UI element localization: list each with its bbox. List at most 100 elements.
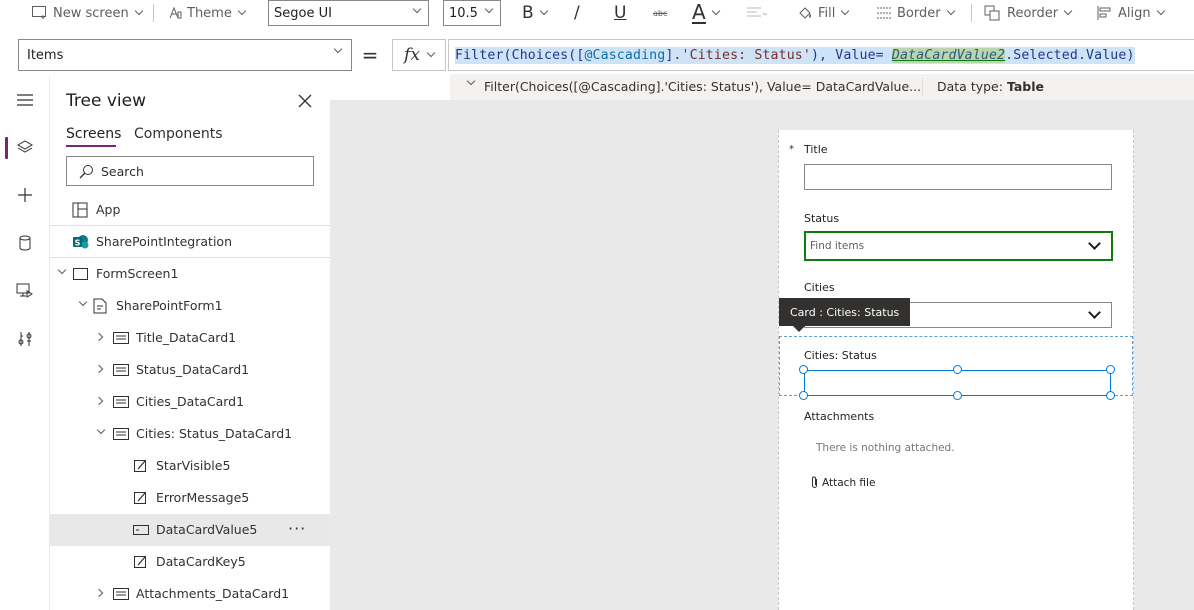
title-label: Title: [804, 143, 828, 156]
align-button[interactable]: Align: [1097, 0, 1165, 26]
formula-token: .Selected.Value): [1005, 47, 1135, 63]
database-icon: [19, 235, 31, 251]
tree-item-status-datacard1[interactable]: Status_DataCard1: [50, 354, 330, 386]
chevron-down-icon: [841, 6, 850, 16]
reorder-button[interactable]: Reorder: [984, 0, 1073, 26]
italic-button[interactable]: /: [574, 0, 580, 26]
chevron-right-icon[interactable]: [94, 364, 104, 374]
attach-file-button[interactable]: Attach file: [811, 476, 875, 489]
insert-rail-button[interactable]: [0, 177, 50, 213]
chevron-right-icon[interactable]: [94, 588, 104, 598]
new-screen-icon: [32, 6, 46, 19]
tree-item-app[interactable]: App: [50, 194, 330, 226]
chevron-down-icon[interactable]: [78, 297, 88, 307]
tree-item-errormessage5[interactable]: ErrorMessage5: [50, 482, 330, 514]
form-screen-preview[interactable]: * Title Status Find items Cities Card : …: [778, 130, 1134, 610]
tree-item-cities-status-datacard1[interactable]: Cities: Status_DataCard1: [50, 418, 330, 450]
status-combobox[interactable]: Find items: [804, 231, 1113, 261]
data-type-value: Table: [1006, 79, 1045, 94]
border-button[interactable]: Border: [876, 0, 955, 26]
tab-components[interactable]: Components: [134, 126, 223, 142]
tree-item-label: Cities: Status_DataCard1: [136, 426, 293, 441]
tree-item-label: App: [96, 202, 121, 217]
chevron-down-icon[interactable]: [1088, 306, 1101, 319]
formula-input[interactable]: Filter(Choices([@Cascading].'Cities: Sta…: [448, 39, 1194, 71]
label-edit-icon: [134, 492, 146, 504]
title-input[interactable]: [804, 164, 1112, 190]
formula-token: ].: [665, 47, 682, 63]
new-screen-label: New screen: [53, 5, 129, 21]
design-canvas[interactable]: * Title Status Find items Cities Card : …: [330, 100, 1194, 610]
font-family-select[interactable]: Segoe UI: [268, 0, 429, 26]
tree-item-label: Attachments_DataCard1: [136, 586, 290, 601]
equals-sign: =: [361, 43, 379, 67]
underline-button[interactable]: U: [614, 0, 626, 26]
property-value: Items: [27, 47, 64, 63]
chevron-down-icon[interactable]: [57, 265, 67, 275]
hamburger-menu-button[interactable]: [0, 82, 50, 118]
resize-handle[interactable]: [1106, 365, 1115, 374]
close-icon[interactable]: [296, 92, 314, 110]
tree-item-label: StarVisible5: [156, 458, 231, 473]
tree-search-box[interactable]: [66, 156, 314, 186]
italic-label: /: [574, 3, 580, 23]
tree-item-starvisible5[interactable]: StarVisible5: [50, 450, 330, 482]
tree-item-label: Title_DataCard1: [136, 330, 237, 345]
tree-item-formscreen1[interactable]: FormScreen1: [50, 258, 330, 290]
new-screen-button[interactable]: New screen: [32, 0, 143, 26]
tree-item-label: FormScreen1: [96, 266, 179, 281]
data-type-indicator: Data type: Table: [937, 79, 1044, 94]
fill-label: Fill: [818, 5, 836, 21]
chevron-down-icon: [484, 4, 494, 14]
tree-item-datacardvalue5[interactable]: DataCardValue5 ···: [50, 514, 330, 546]
font-size-select[interactable]: 10.5: [443, 0, 501, 26]
font-size-value: 10.5: [449, 5, 478, 21]
chevron-down-icon: [711, 6, 720, 16]
resize-handle[interactable]: [799, 365, 808, 374]
tree-item-sharepointform1[interactable]: SharePointForm1: [50, 290, 330, 322]
advanced-tools-rail-button[interactable]: [0, 321, 50, 357]
tab-screens[interactable]: Screens: [66, 126, 121, 142]
toolbar-divider: [971, 4, 972, 22]
tree-item-cities-datacard1[interactable]: Cities_DataCard1: [50, 386, 330, 418]
theme-button[interactable]: Theme: [168, 0, 247, 26]
panel-title: Tree view: [66, 91, 146, 111]
layers-icon: [17, 140, 33, 153]
resize-handle[interactable]: [799, 391, 808, 400]
chevron-right-icon[interactable]: [94, 396, 104, 406]
border-label: Border: [897, 5, 941, 21]
tree-item-title-datacard1[interactable]: Title_DataCard1: [50, 322, 330, 354]
theme-icon: [169, 6, 182, 19]
app-icon: [72, 202, 88, 218]
tree-item-label: ErrorMessage5: [156, 490, 250, 505]
formula-token: 'Cities: Status': [681, 47, 811, 63]
fx-button[interactable]: fx: [392, 39, 446, 71]
property-dropdown[interactable]: Items: [18, 39, 352, 71]
data-rail-button[interactable]: [0, 225, 50, 261]
search-input[interactable]: [101, 163, 301, 179]
text-align-button[interactable]: [746, 0, 768, 26]
font-color-button[interactable]: A: [692, 0, 720, 26]
more-options-icon[interactable]: ···: [288, 519, 306, 538]
chevron-down-icon[interactable]: [96, 425, 106, 435]
tree-view-rail-button[interactable]: [0, 129, 50, 165]
tree-item-attachments-datacard1[interactable]: Attachments_DataCard1: [50, 578, 330, 610]
chevron-down-icon[interactable]: [1088, 237, 1101, 250]
bold-label: B: [522, 3, 534, 23]
chevron-right-icon[interactable]: [94, 332, 104, 342]
fill-button[interactable]: Fill: [797, 0, 850, 26]
media-rail-button[interactable]: [0, 273, 50, 309]
chevron-down-icon: [426, 48, 436, 58]
chevron-down-icon: [412, 4, 422, 14]
strikethrough-button[interactable]: abc: [653, 0, 667, 26]
resize-handle[interactable]: [953, 365, 962, 374]
expand-chevron-icon[interactable]: [466, 76, 476, 86]
bold-button[interactable]: B: [522, 0, 548, 26]
tree-item-sharepointintegration[interactable]: S SharePointIntegration: [50, 226, 330, 258]
toolbar-divider: [153, 4, 154, 22]
tree-item-datacardkey5[interactable]: DataCardKey5: [50, 546, 330, 578]
resize-handle[interactable]: [1106, 391, 1115, 400]
text-align-icon: [747, 7, 768, 17]
formula-token: @Cascading: [584, 47, 666, 63]
resize-handle[interactable]: [953, 391, 962, 400]
